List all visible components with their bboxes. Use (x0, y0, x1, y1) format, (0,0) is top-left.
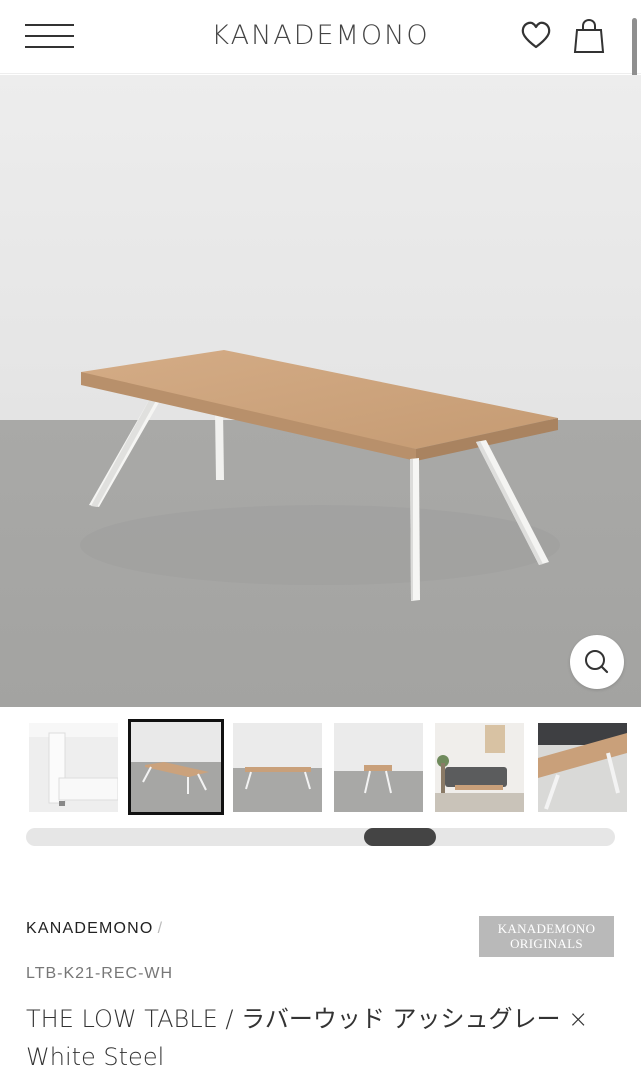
thumbnail-strip (0, 719, 641, 815)
brand-breadcrumb: KANADEMONO / (26, 920, 163, 938)
badge-line1: KANADEMONO (497, 921, 596, 936)
thumbnail-table-detail[interactable] (538, 723, 627, 812)
brand-link[interactable]: KANADEMONO (26, 920, 154, 937)
site-header: KANADEMONO (0, 0, 641, 74)
originals-badge: KANADEMONO ORIGINALS (479, 916, 614, 957)
product-main-image[interactable] (0, 75, 641, 707)
thumbnail-table-side[interactable] (334, 723, 423, 812)
thumbnail-table-angle[interactable] (128, 719, 224, 815)
thumbnail-scrollbar[interactable] (26, 828, 615, 846)
thumbnail-table-front[interactable] (233, 723, 322, 812)
magnifier-icon (585, 650, 609, 674)
product-sku: LTB-K21-REC-WH (26, 965, 174, 982)
thumbnail-leg-closeup[interactable] (29, 723, 118, 812)
product-title: THE LOW TABLE / ラバーウッド アッシュグレー × White S… (26, 1005, 589, 1071)
thumbnail-living-room[interactable] (435, 723, 524, 812)
heart-icon[interactable] (520, 18, 552, 54)
shopping-bag-icon[interactable] (573, 18, 605, 54)
badge-line2: ORIGINALS (510, 936, 583, 951)
thumbnail-scrollbar-handle[interactable] (364, 828, 436, 846)
zoom-button[interactable] (570, 635, 624, 689)
breadcrumb-separator: / (157, 920, 164, 937)
